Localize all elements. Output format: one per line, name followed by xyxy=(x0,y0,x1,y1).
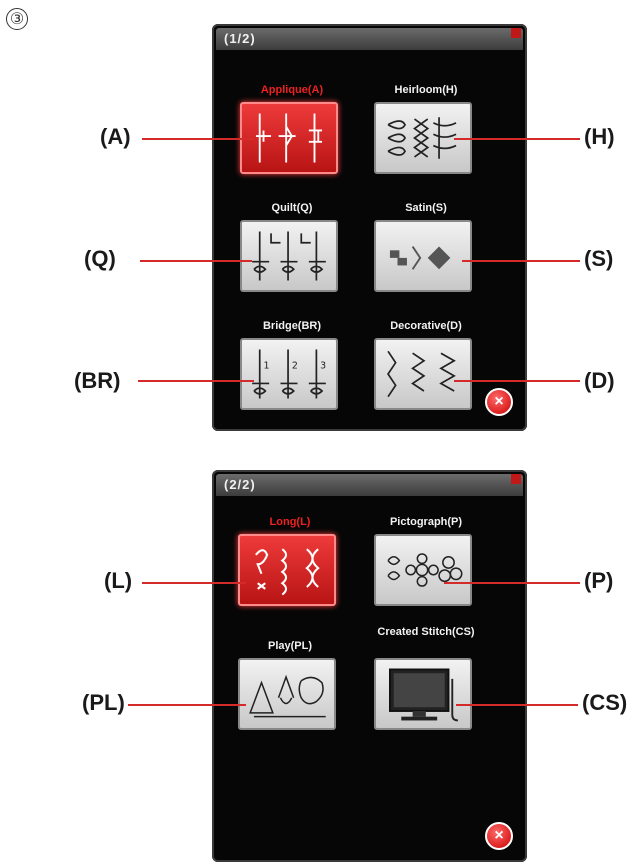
category-decorative-button[interactable] xyxy=(374,338,472,410)
close-button[interactable]: × xyxy=(485,822,513,850)
category-label: Decorative(D) xyxy=(390,320,462,332)
bridge-stitch-icon: 1 2 3 xyxy=(252,349,326,399)
category-label: Bridge(BR) xyxy=(262,320,322,332)
pictograph-stitch-icon xyxy=(387,553,463,587)
leader-line-long xyxy=(142,582,246,584)
callout-heirloom: (H) xyxy=(584,124,615,149)
leader-line-satin xyxy=(462,260,580,262)
page-indicator: (2/2) xyxy=(224,477,256,492)
leader-line-decorative xyxy=(454,380,580,382)
long-stitch-icon xyxy=(255,548,320,596)
category-label: Play(PL) xyxy=(267,640,312,652)
category-label: Applique(A) xyxy=(260,84,324,96)
leader-line-play xyxy=(128,704,246,706)
svg-text:1: 1 xyxy=(264,360,270,371)
callout-play: (PL) xyxy=(82,690,125,715)
category-label: Satin(S) xyxy=(405,202,447,214)
callout-applique: (A) xyxy=(100,124,131,149)
category-label: Quilt(Q) xyxy=(271,202,313,214)
category-bridge-button[interactable]: 1 2 3 xyxy=(240,338,338,410)
play-stitch-icon xyxy=(249,674,326,718)
screen-title-bar: (1/2) xyxy=(216,28,523,50)
close-button[interactable]: × xyxy=(485,388,513,416)
leader-line-applique xyxy=(142,138,254,140)
callout-bridge: (BR) xyxy=(74,368,121,393)
satin-stitch-icon xyxy=(389,246,451,270)
category-long-button[interactable] xyxy=(238,534,336,606)
screen-title-bar: (2/2) xyxy=(216,474,523,496)
svg-text:2: 2 xyxy=(292,360,298,371)
callout-decorative: (D) xyxy=(584,368,615,393)
leader-line-pictograph xyxy=(444,582,580,584)
leader-line-quilt xyxy=(140,260,252,262)
callout-created-stitch: (CS) xyxy=(582,690,628,715)
computer-icon xyxy=(389,668,458,722)
category-created-stitch-button[interactable] xyxy=(374,658,472,730)
category-label: Created Stitch(CS) xyxy=(377,626,475,638)
callout-long: (L) xyxy=(104,568,133,593)
category-play-button[interactable] xyxy=(238,658,336,730)
category-label: Long(L) xyxy=(269,516,311,528)
category-applique-button[interactable] xyxy=(240,102,338,174)
leader-line-bridge xyxy=(138,380,254,382)
callout-quilt: (Q) xyxy=(84,246,116,271)
category-label: Heirloom(H) xyxy=(394,84,458,96)
stitch-category-screen-page-2: (2/2) Long(L) Pictograph(P) Play(PL) Cre… xyxy=(212,470,527,862)
applique-stitch-icon xyxy=(255,113,323,163)
category-pictograph-button[interactable] xyxy=(374,534,472,606)
svg-text:3: 3 xyxy=(320,360,326,371)
stitch-category-screen-page-1: (1/2) Applique(A) Heirloom(H) Quilt(Q) S… xyxy=(212,24,527,431)
callout-satin: (S) xyxy=(584,246,614,271)
category-satin-button[interactable] xyxy=(374,220,472,292)
category-quilt-button[interactable] xyxy=(240,220,338,292)
page-indicator: (1/2) xyxy=(224,31,256,46)
step-number-marker: ③ xyxy=(6,8,28,30)
category-label: Pictograph(P) xyxy=(389,516,463,528)
decorative-stitch-icon xyxy=(387,350,456,398)
titlebar-corner-marker xyxy=(511,28,521,38)
titlebar-corner-marker xyxy=(511,474,521,484)
leader-line-created-stitch xyxy=(456,704,578,706)
quilt-stitch-icon xyxy=(252,231,326,281)
callout-pictograph: (P) xyxy=(584,568,614,593)
leader-line-heirloom xyxy=(454,138,580,140)
